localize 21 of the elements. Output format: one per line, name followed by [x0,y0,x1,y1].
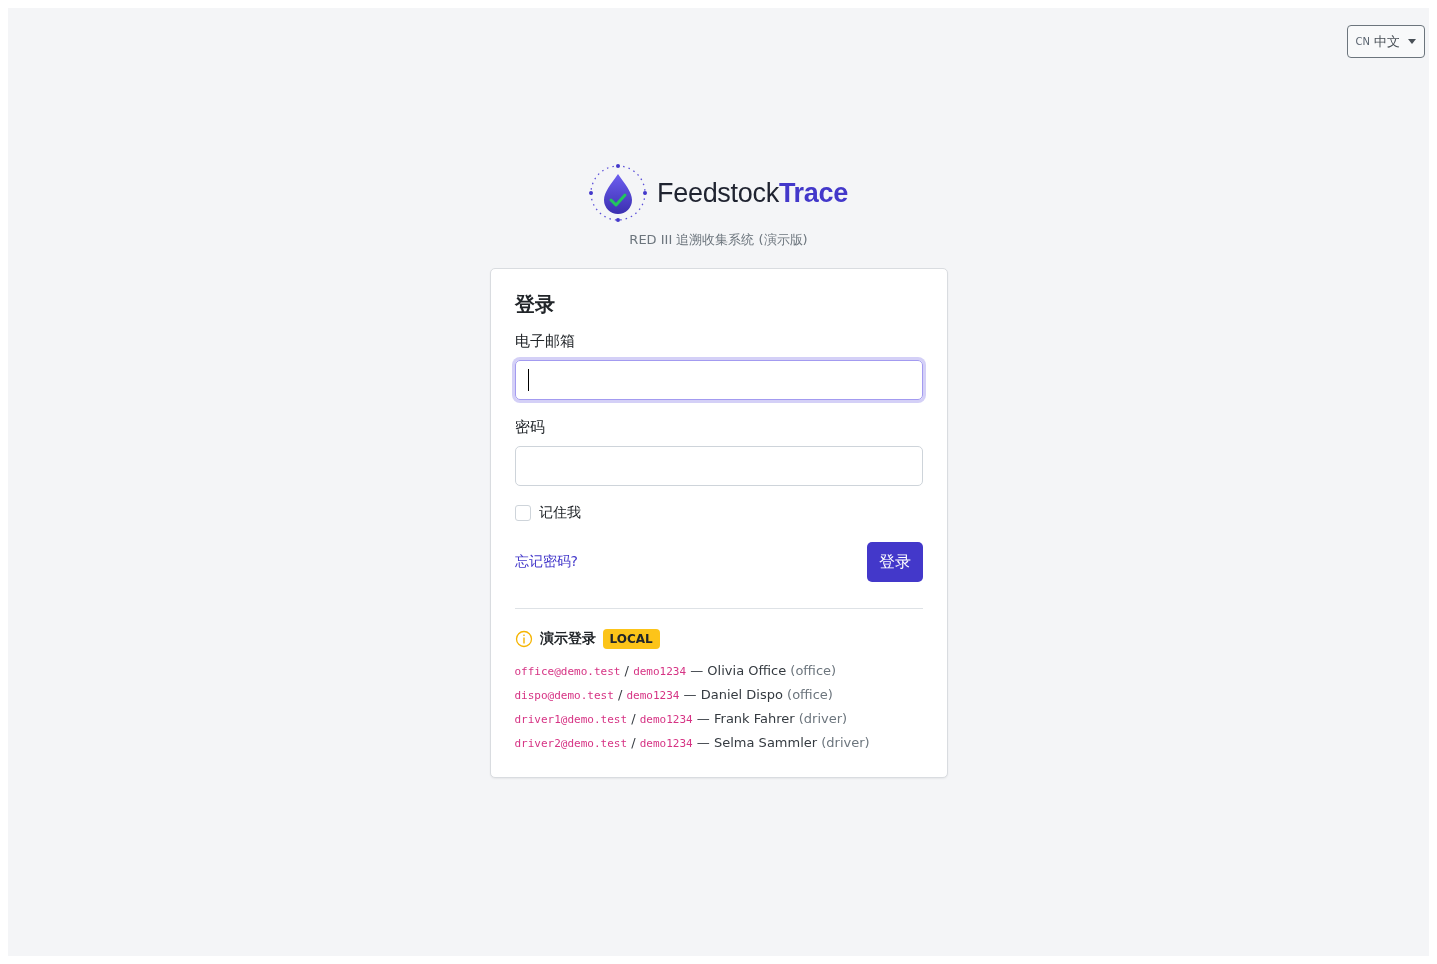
remember-label: 记住我 [538,504,581,522]
remember-checkbox[interactable] [514,505,531,521]
demo-account: driver2@demo.test / demo1234 — Selma Sammler (driver) [514,734,871,752]
caret-icon [1408,39,1416,44]
email-field[interactable] [514,360,923,400]
demo-account: office@demo.test / demo1234 — Olivia Office (office) [514,662,838,680]
info-icon [514,630,533,648]
forgot-password-link[interactable]: 忘记密码? [514,553,578,571]
field-label: 电子邮箱 [514,332,576,351]
language-dropdown[interactable]: CN 中文 [1346,25,1425,58]
login-title: 登录 [514,291,556,318]
demo-account: driver1@demo.test / demo1234 — Frank Fahrer (driver) [514,710,849,728]
demo-title: 演示登录 [539,630,596,648]
field-label: 密码 [514,418,546,437]
local-badge: LOCAL [602,629,660,649]
demo-account: dispo@demo.test / demo1234 — Daniel Dispo (office) [514,686,834,704]
drop-logo-icon [589,162,648,224]
login-button[interactable]: 登录 [866,542,923,582]
app-subtitle: RED III 追溯收集系统 (演示版) [629,231,808,249]
app-name: FeedstockTrace [657,177,848,209]
password-field[interactable] [514,446,923,486]
